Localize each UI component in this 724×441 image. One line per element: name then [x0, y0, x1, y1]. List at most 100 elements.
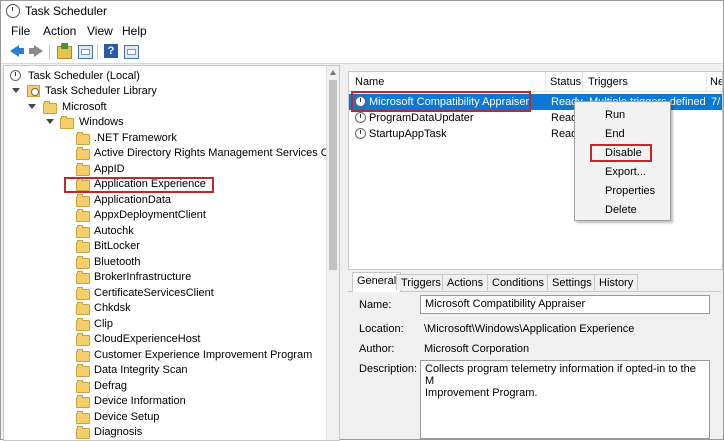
folder-icon [76, 302, 90, 315]
menu-view[interactable]: View [87, 24, 113, 38]
column-divider[interactable] [582, 72, 583, 91]
title-bar: Task Scheduler [1, 1, 723, 21]
scroll-up-arrow-icon[interactable] [330, 70, 336, 75]
tree-item-label: AppxDeploymentClient [94, 209, 206, 221]
menu-file[interactable]: File [11, 24, 30, 38]
tree-item-label: BitLocker [94, 240, 140, 252]
folder-icon [76, 271, 90, 284]
column-divider[interactable] [706, 72, 707, 91]
task-name: StartupAppTask [369, 128, 447, 140]
task-scheduler-window: Task Scheduler File Action View Help ? T… [0, 0, 724, 441]
folder-icon [76, 364, 90, 377]
task-details-pane: General Triggers Actions Conditions Sett… [348, 271, 721, 439]
folder-icon [76, 132, 90, 145]
tree-item-label: Device Information [94, 395, 186, 407]
folder-icon [43, 101, 57, 114]
folder-icon [76, 395, 90, 408]
task-clock-icon [355, 128, 366, 139]
column-header-triggers[interactable]: Triggers [588, 76, 628, 88]
description-line: Improvement Program. [425, 387, 538, 399]
name-label: Name: [359, 299, 392, 311]
tree-item-label: ApplicationData [94, 194, 172, 206]
tree-item-label: CloudExperienceHost [94, 333, 201, 345]
show-hide-pane-icon[interactable] [78, 45, 93, 59]
folder-icon [76, 194, 90, 207]
tree-item-label: Task Scheduler Library [45, 85, 157, 97]
tree-item-label: Device Setup [94, 411, 160, 423]
context-menu-export[interactable]: Export... [605, 166, 646, 178]
forward-arrow-icon[interactable] [28, 43, 44, 59]
annotation-box-disable [590, 144, 652, 162]
tab-actions[interactable]: Actions [442, 274, 489, 290]
folder-icon [76, 411, 90, 424]
tab-triggers[interactable]: Triggers [396, 274, 446, 290]
toolbar: ? [1, 40, 723, 64]
navigation-tree[interactable]: Task Scheduler (Local) Task Scheduler Li… [3, 65, 340, 441]
tab-conditions[interactable]: Conditions [487, 274, 549, 290]
folder-icon [76, 333, 90, 346]
annotation-box-application-experience [64, 177, 214, 193]
author-label: Author: [359, 343, 395, 355]
library-folder-icon [27, 85, 40, 97]
column-divider[interactable] [545, 72, 546, 91]
name-field[interactable]: Microsoft Compatibility Appraiser [420, 295, 710, 314]
tree-item-label: Diagnosis [94, 426, 143, 438]
tree-item-label: .NET Framework [94, 132, 177, 144]
tree-item-label: Microsoft [62, 101, 107, 113]
context-menu-properties[interactable]: Properties [605, 185, 655, 197]
tree-item-label: AppID [94, 163, 125, 175]
tree-item-label: Customer Experience Improvement Program [94, 349, 313, 361]
folder-icon [76, 287, 90, 300]
folder-icon [76, 349, 90, 362]
folder-icon [76, 380, 90, 393]
column-header-next-run[interactable]: Ne [710, 76, 722, 88]
expand-arrow-icon[interactable] [28, 104, 36, 110]
tree-item-label: Bluetooth [94, 256, 141, 268]
tab-history[interactable]: History [594, 274, 639, 290]
task-clock-icon [355, 112, 366, 123]
menu-bar: File Action View Help [1, 21, 723, 40]
up-folder-icon[interactable] [57, 43, 72, 59]
tab-general[interactable]: General [352, 272, 402, 292]
folder-icon [76, 209, 90, 222]
tree-item-label: Defrag [94, 380, 128, 392]
tree-item-label: Windows [79, 116, 124, 128]
back-arrow-icon[interactable] [9, 43, 25, 59]
window-title: Task Scheduler [25, 4, 108, 18]
folder-icon [60, 116, 74, 129]
column-header-status[interactable]: Status [550, 76, 581, 88]
tree-item-label: Clip [94, 318, 113, 330]
expand-arrow-icon[interactable] [46, 119, 54, 125]
context-menu-end[interactable]: End [605, 128, 625, 140]
task-list-header: Name Status Triggers Ne [349, 72, 722, 92]
context-menu-delete[interactable]: Delete [605, 204, 637, 216]
column-header-name[interactable]: Name [355, 76, 384, 88]
folder-icon [76, 240, 90, 253]
scroll-thumb[interactable] [329, 80, 337, 270]
toolbar-separator [97, 44, 98, 59]
expand-arrow-icon[interactable] [12, 88, 20, 94]
folder-icon [76, 256, 90, 269]
folder-icon [76, 225, 90, 238]
task-next-run: 7/ [711, 96, 721, 108]
folder-icon [76, 318, 90, 331]
description-label: Description: [359, 363, 418, 375]
description-line: Collects program telemetry information i… [425, 363, 696, 387]
task-name: ProgramDataUpdater [369, 112, 474, 124]
help-icon[interactable]: ? [104, 44, 118, 58]
context-menu-run[interactable]: Run [605, 109, 625, 121]
tree-scrollbar[interactable] [326, 66, 339, 440]
menu-action[interactable]: Action [43, 24, 76, 38]
properties-pane-icon[interactable] [124, 45, 139, 59]
tab-settings[interactable]: Settings [547, 274, 597, 290]
description-field[interactable]: Collects program telemetry information i… [420, 360, 710, 439]
annotation-box-selected-task [351, 91, 531, 112]
menu-help[interactable]: Help [122, 24, 147, 38]
details-tab-strip: General Triggers Actions Conditions Sett… [348, 271, 721, 292]
clock-icon [10, 70, 21, 81]
tree-item-label: Autochk [94, 225, 134, 237]
tree-item-label: BrokerInfrastructure [94, 271, 192, 283]
tree-item-label: CertificateServicesClient [94, 287, 214, 299]
folder-icon [76, 163, 90, 176]
folder-icon [76, 147, 90, 160]
